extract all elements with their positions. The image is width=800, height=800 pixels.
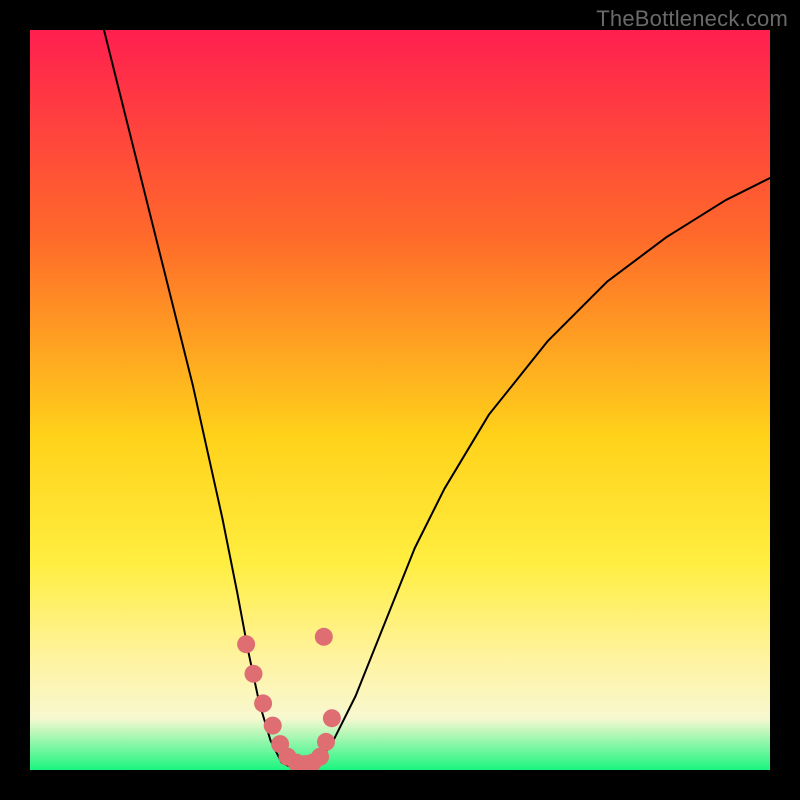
highlight-dot — [237, 635, 255, 653]
highlight-dot — [264, 717, 282, 735]
chart-svg — [30, 30, 770, 770]
chart-frame: TheBottleneck.com — [0, 0, 800, 800]
watermark-text: TheBottleneck.com — [596, 6, 788, 32]
highlight-dot — [323, 709, 341, 727]
highlight-dot — [245, 665, 263, 683]
highlight-dot — [317, 733, 335, 751]
highlight-dot — [315, 628, 333, 646]
plot-area — [30, 30, 770, 770]
gradient-backdrop — [30, 30, 770, 770]
highlight-dot — [254, 694, 272, 712]
